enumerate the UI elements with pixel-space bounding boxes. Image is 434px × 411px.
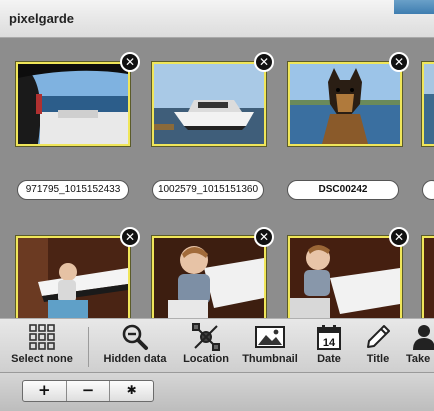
calendar-day-text: 14 — [323, 337, 336, 349]
piano-image — [290, 238, 400, 318]
hidden-data-label: Hidden data — [103, 353, 167, 365]
pencil-icon — [367, 325, 390, 348]
remove-photo-icon[interactable]: ✕ — [389, 52, 409, 72]
segmented-control: + − ✱ — [22, 380, 154, 402]
toolbar: Select none Hidden data Location Thumbna… — [0, 318, 434, 372]
photo-thumbnail-partial[interactable] — [422, 62, 434, 146]
person-icon — [413, 325, 434, 350]
piano-image — [154, 238, 264, 318]
remove-photo-icon[interactable]: ✕ — [120, 52, 140, 72]
hidden-data-button[interactable]: Hidden data — [98, 323, 172, 371]
app-title: pixelgarde — [9, 11, 75, 26]
thumbnail-label: Thumbnail — [242, 353, 298, 365]
remove-photo-icon[interactable]: ✕ — [254, 227, 274, 247]
remove-photo-icon[interactable]: ✕ — [254, 52, 274, 72]
remove-photo-icon[interactable]: ✕ — [120, 227, 140, 247]
toolbar-separator — [88, 327, 89, 367]
bottom-bar: + − ✱ — [0, 372, 434, 411]
take-button[interactable]: Take — [406, 323, 434, 371]
select-none-label: Select none — [11, 353, 73, 365]
title-label: Title — [366, 353, 390, 365]
dog-image — [290, 64, 400, 144]
location-button[interactable]: Location — [176, 323, 236, 371]
picture-icon — [255, 326, 285, 348]
calendar-icon: 14 — [317, 325, 341, 350]
photo-filename-pill[interactable]: DSC00242 — [287, 180, 399, 200]
location-label: Location — [183, 353, 229, 365]
title-bar: pixelgarde — [0, 0, 434, 38]
photo-thumbnail-partial[interactable] — [422, 236, 434, 318]
photo-thumbnail-piano-3[interactable] — [288, 236, 402, 318]
piano-image — [18, 238, 128, 318]
photo-thumbnail-piano-1[interactable] — [16, 236, 130, 318]
photo-thumbnail-motorboat[interactable] — [152, 62, 266, 146]
photo-thumbnail-boat-deck[interactable] — [16, 62, 130, 146]
motorboat-image — [154, 64, 264, 144]
photo-filename-pill[interactable]: 1002579_1015151360 — [152, 180, 264, 200]
date-button[interactable]: 14 Date — [308, 323, 350, 371]
title-button[interactable]: Title — [358, 323, 398, 371]
photo-grid[interactable]: ✕ ✕ ✕ 971795_1015152433 1002579_10151513… — [0, 38, 434, 318]
date-label: Date — [317, 353, 341, 365]
partial-image — [424, 238, 434, 318]
remove-photo-icon[interactable]: ✕ — [389, 227, 409, 247]
boat-deck-image — [18, 64, 128, 144]
add-button[interactable]: + — [23, 381, 67, 401]
window-edge — [394, 0, 434, 14]
settings-gear-icon[interactable]: ✱ — [110, 381, 153, 401]
thumbnail-button[interactable]: Thumbnail — [238, 323, 302, 371]
grid-icon — [29, 324, 55, 350]
satellite-icon — [192, 323, 220, 351]
partial-image — [424, 64, 434, 144]
take-label: Take — [406, 353, 431, 365]
photo-filename-pill[interactable]: 971795_1015152433 — [17, 180, 129, 200]
photo-thumbnail-dog[interactable] — [288, 62, 402, 146]
photo-thumbnail-piano-2[interactable] — [152, 236, 266, 318]
magnifier-minus-icon — [122, 324, 148, 350]
select-none-button[interactable]: Select none — [4, 323, 80, 371]
photo-filename-pill[interactable] — [422, 180, 434, 200]
remove-button[interactable]: − — [67, 381, 111, 401]
